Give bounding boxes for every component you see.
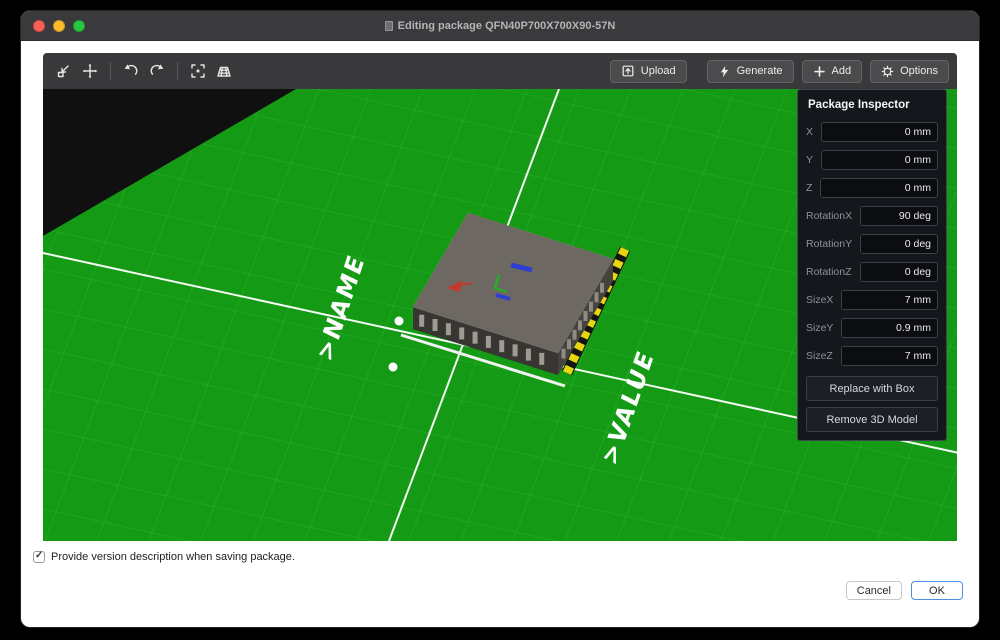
field-label-rotationx: RotationX (806, 210, 852, 222)
dialog-button-row: Cancel OK (21, 563, 979, 600)
add-button-label: Add (832, 65, 852, 77)
field-label-y: Y (806, 154, 813, 166)
upload-button-label: Upload (641, 65, 676, 77)
window-title: Editing package QFN40P700X700X90-57N (398, 20, 616, 32)
inspector-row-sizex: SizeX (798, 286, 946, 314)
perspective-grid-icon (216, 63, 232, 79)
generate-button[interactable]: Generate (707, 60, 794, 83)
tray-arrow-up-icon (621, 64, 635, 78)
toolbar: Upload Generate Add Options (43, 53, 957, 89)
inspector-row-rotationz: RotationZ (798, 258, 946, 286)
package-inspector-panel: Package Inspector X Y Z RotationX Rotati… (797, 89, 947, 441)
window-titlebar[interactable]: Editing package QFN40P700X700X90-57N (21, 11, 979, 41)
toolbar-separator (177, 62, 178, 80)
fit-view-icon (190, 63, 206, 79)
undo-icon (123, 63, 139, 79)
fit-view-button[interactable] (185, 58, 211, 84)
redo-button[interactable] (144, 58, 170, 84)
viewport-3d[interactable]: >NAME >VALUE Package Inspector X Y Z Rot… (43, 89, 957, 541)
remove-3d-model-button[interactable]: Remove 3D Model (806, 407, 938, 432)
import-model-button[interactable] (51, 58, 77, 84)
ok-button[interactable]: OK (911, 581, 963, 600)
field-input-y[interactable] (821, 150, 938, 170)
field-input-sizex[interactable] (841, 290, 938, 310)
upload-button[interactable]: Upload (610, 60, 687, 83)
redo-icon (149, 63, 165, 79)
replace-with-box-button[interactable]: Replace with Box (806, 376, 938, 401)
window-title-wrap: Editing package QFN40P700X700X90-57N (21, 11, 979, 40)
field-label-sizez: SizeZ (806, 350, 833, 362)
document-icon (385, 21, 393, 31)
move-icon (82, 63, 98, 79)
options-button[interactable]: Options (870, 60, 949, 83)
window-controls (21, 20, 85, 32)
field-label-sizey: SizeY (806, 322, 833, 334)
import-model-icon (56, 63, 72, 79)
move-button[interactable] (77, 58, 103, 84)
zoom-icon[interactable] (73, 20, 85, 32)
perspective-grid-button[interactable] (211, 58, 237, 84)
version-description-checkbox[interactable] (33, 551, 45, 563)
cancel-button[interactable]: Cancel (846, 581, 902, 600)
close-icon[interactable] (33, 20, 45, 32)
toolbar-separator (110, 62, 111, 80)
inspector-row-z: Z (798, 174, 946, 202)
inspector-row-rotationx: RotationX (798, 202, 946, 230)
pin1-dot-2 (389, 363, 398, 372)
field-label-rotationz: RotationZ (806, 266, 852, 278)
pin1-dot (395, 317, 404, 326)
undo-button[interactable] (118, 58, 144, 84)
version-checkbox-label: Provide version description when saving … (51, 551, 295, 563)
generate-button-label: Generate (737, 65, 783, 77)
inspector-row-x: X (798, 118, 946, 146)
inspector-row-sizez: SizeZ (798, 342, 946, 370)
inspector-row-sizey: SizeY (798, 314, 946, 342)
version-option-row: Provide version description when saving … (21, 541, 979, 563)
field-input-z[interactable] (820, 178, 938, 198)
field-input-x[interactable] (821, 122, 938, 142)
add-button[interactable]: Add (802, 60, 863, 83)
field-input-sizey[interactable] (841, 318, 938, 338)
field-input-rotationx[interactable] (860, 206, 938, 226)
field-label-rotationy: RotationY (806, 238, 852, 250)
field-input-rotationz[interactable] (860, 262, 938, 282)
dialog-window: Editing package QFN40P700X700X90-57N (20, 10, 980, 628)
field-label-z: Z (806, 182, 812, 194)
minimize-icon[interactable] (53, 20, 65, 32)
gear-icon (881, 65, 894, 78)
options-button-label: Options (900, 65, 938, 77)
field-label-x: X (806, 126, 813, 138)
plus-icon (813, 65, 826, 78)
lightning-icon (718, 65, 731, 78)
field-input-sizez[interactable] (841, 346, 938, 366)
field-input-rotationy[interactable] (860, 234, 938, 254)
inspector-title: Package Inspector (798, 90, 946, 118)
field-label-sizex: SizeX (806, 294, 833, 306)
inspector-row-rotationy: RotationY (798, 230, 946, 258)
inspector-row-y: Y (798, 146, 946, 174)
